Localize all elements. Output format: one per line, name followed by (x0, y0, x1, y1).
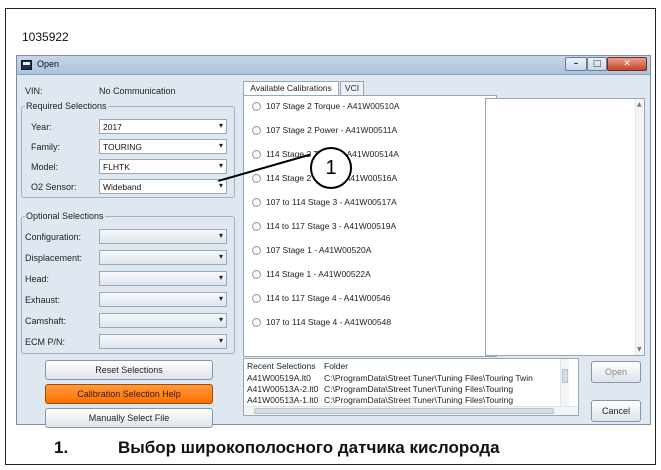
maximize-button[interactable]: □ (587, 57, 607, 71)
chevron-down-icon: ▾ (218, 141, 223, 150)
manually-select-file-button[interactable]: Manually Select File (45, 408, 213, 428)
radio-button[interactable] (252, 222, 261, 231)
recent-selections-header: Recent Selections (247, 361, 316, 371)
year-label: Year: (31, 122, 52, 132)
open-dialog: Open – □ ✕ VIN: No Communication Require… (16, 55, 651, 428)
radio-button[interactable] (252, 270, 261, 279)
recent-folder[interactable]: C:\ProgramData\Street Tuner\Tuning Files… (324, 373, 533, 383)
calibration-description-box[interactable]: ▲ ▼ (485, 98, 645, 356)
optional-selections-title: Optional Selections (25, 211, 105, 221)
close-button[interactable]: ✕ (607, 57, 647, 71)
chevron-down-icon: ▾ (218, 252, 223, 261)
chevron-down-icon: ▾ (218, 315, 223, 324)
tab-available-calibrations[interactable]: Available Calibrations (243, 81, 339, 95)
minimize-button[interactable]: – (565, 57, 587, 71)
description-scrollbar[interactable]: ▲ ▼ (635, 99, 644, 355)
configuration-select[interactable]: ▾ (99, 229, 227, 244)
exhaust-label: Exhaust: (25, 295, 61, 305)
chevron-down-icon: ▾ (218, 231, 223, 240)
callout-number: 1 (310, 147, 352, 189)
radio-button[interactable] (252, 126, 261, 135)
scroll-down-icon[interactable]: ▼ (637, 346, 642, 353)
recent-folder[interactable]: C:\ProgramData\Street Tuner\Tuning Files… (324, 395, 513, 405)
calibration-help-button[interactable]: Calibration Selection Help (45, 384, 213, 404)
recent-folder[interactable]: C:\ProgramData\Street Tuner\Tuning Files… (324, 384, 513, 394)
chevron-down-icon: ▾ (218, 336, 223, 345)
folder-header: Folder (324, 361, 349, 371)
head-label: Head: (25, 274, 50, 284)
caption-text: Выбор широкополосного датчика кислорода (118, 438, 500, 457)
radio-button[interactable] (252, 174, 261, 183)
model-label: Model: (31, 162, 59, 172)
head-select[interactable]: ▾ (99, 271, 227, 286)
radio-button[interactable] (252, 246, 261, 255)
o2-sensor-select[interactable]: Wideband ▾ (99, 179, 227, 194)
recent-horizontal-scrollbar[interactable] (244, 406, 578, 415)
exhaust-select[interactable]: ▾ (99, 292, 227, 307)
family-value: TOURING (103, 142, 143, 152)
recent-file[interactable]: A41W00519A.lt0 (247, 373, 311, 383)
camshaft-label: Camshaft: (25, 316, 67, 326)
scroll-thumb[interactable] (562, 369, 568, 383)
radio-button[interactable] (252, 294, 261, 303)
radio-button[interactable] (252, 150, 261, 159)
recent-file[interactable]: A41W00513A-2.lt0 (247, 384, 318, 394)
ecm-pn-label: ECM P/N: (25, 337, 66, 347)
calibration-list: 107 Stage 2 Torque - A41W00510A 107 Stag… (243, 95, 497, 357)
chevron-down-icon: ▾ (218, 273, 223, 282)
vin-label: VIN: (25, 86, 43, 96)
recent-selections-list[interactable]: Recent Selections Folder A41W00519A.lt0 … (243, 358, 579, 416)
caption-number: 1. (54, 438, 69, 457)
scroll-up-icon[interactable]: ▲ (637, 101, 642, 108)
cancel-button[interactable]: Cancel (591, 400, 641, 422)
configuration-label: Configuration: (25, 232, 82, 242)
tab-vci[interactable]: VCI (340, 81, 364, 95)
radio-button[interactable] (252, 198, 261, 207)
reset-selections-button[interactable]: Reset Selections (45, 360, 213, 380)
year-value: 2017 (103, 122, 122, 132)
scroll-thumb[interactable] (254, 408, 554, 414)
family-label: Family: (31, 142, 60, 152)
radio-button[interactable] (252, 318, 261, 327)
camshaft-select[interactable]: ▾ (99, 313, 227, 328)
window-icon (21, 60, 32, 70)
year-select[interactable]: 2017 ▾ (99, 119, 227, 134)
model-value: FLHTK (103, 162, 130, 172)
chevron-down-icon: ▾ (218, 181, 223, 190)
figure-id: 1035922 (22, 30, 69, 44)
o2-sensor-label: O2 Sensor: (31, 182, 77, 192)
recent-file[interactable]: A41W00513A-1.lt0 (247, 395, 318, 405)
displacement-label: Displacement: (25, 253, 83, 263)
chevron-down-icon: ▾ (218, 121, 223, 130)
recent-vertical-scrollbar[interactable] (560, 359, 569, 407)
window-title: Open (37, 59, 60, 69)
vin-value: No Communication (99, 86, 176, 96)
radio-button[interactable] (252, 102, 261, 111)
ecm-pn-select[interactable]: ▾ (99, 334, 227, 349)
o2-sensor-value: Wideband (103, 182, 142, 192)
title-bar: Open – □ ✕ (17, 56, 650, 75)
open-button[interactable]: Open (591, 361, 641, 383)
required-selections-title: Required Selections (25, 101, 108, 111)
family-select[interactable]: TOURING ▾ (99, 139, 227, 154)
displacement-select[interactable]: ▾ (99, 250, 227, 265)
chevron-down-icon: ▾ (218, 161, 223, 170)
model-select[interactable]: FLHTK ▾ (99, 159, 227, 174)
chevron-down-icon: ▾ (218, 294, 223, 303)
